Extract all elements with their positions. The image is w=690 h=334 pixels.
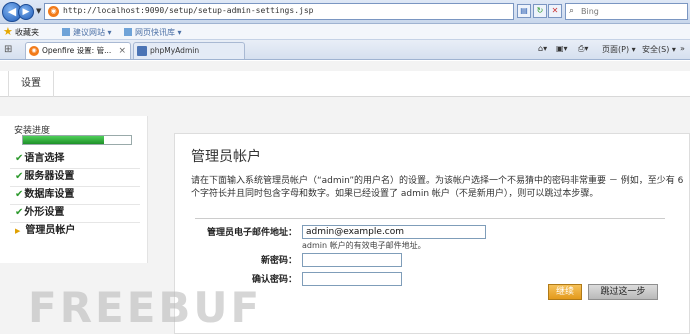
history-dropdown-icon[interactable]: ▼ <box>36 7 41 15</box>
refresh-icon[interactable]: ↻ <box>533 4 547 18</box>
confirm-password-field[interactable] <box>302 272 402 286</box>
progress-fill <box>23 136 104 144</box>
search-icon: ⌕ <box>569 6 575 16</box>
print-icon[interactable]: ⎙▾ <box>578 44 588 54</box>
check-icon: ✔ <box>15 207 24 218</box>
webslice-icon <box>124 28 132 36</box>
top-nav: 设置 <box>0 71 690 97</box>
current-step-arrow-icon: ▶ <box>15 227 21 235</box>
page-title: 管理员帐户 <box>191 149 261 165</box>
favorites-star-icon[interactable]: ★ <box>3 25 13 38</box>
check-icon: ✔ <box>15 171 24 182</box>
page-description: 请在下面输入系统管理员帐户（“admin”的用户名）的设置。为该帐户选择一个不易… <box>191 176 684 199</box>
search-placeholder: Bing <box>581 7 599 16</box>
email-hint: admin 帐户的有效电子邮件地址。 <box>302 241 426 250</box>
tab-openfire-label: Openfire 设置: 管... <box>42 46 112 55</box>
url-text: http://localhost:9090/setup/setup-admin-… <box>63 6 314 15</box>
openfire-tab-icon: ◉ <box>29 46 39 56</box>
tab-phpmyadmin[interactable]: phpMyAdmin <box>133 42 245 59</box>
step-database[interactable]: ✔数据库设置 <box>15 186 74 204</box>
tab-phpmyadmin-label: phpMyAdmin <box>150 46 200 55</box>
step-appearance[interactable]: ✔外形设置 <box>15 204 64 222</box>
more-icon[interactable]: » <box>680 44 685 53</box>
quick-tabs-icon[interactable]: ⊞ <box>4 44 12 55</box>
close-tab-icon[interactable]: × <box>118 43 126 59</box>
password-field[interactable] <box>302 253 402 267</box>
tab-openfire[interactable]: ◉ Openfire 设置: 管... × <box>25 42 131 59</box>
step-language[interactable]: ✔语言选择 <box>15 150 64 168</box>
favorites-item-webslice[interactable]: 网页快讯库 ▾ <box>124 27 182 38</box>
forward-button[interactable]: ▶ <box>18 4 34 20</box>
feeds-icon[interactable]: ▣▾ <box>556 44 568 53</box>
search-input[interactable]: ⌕ Bing <box>565 3 688 20</box>
home-icon[interactable]: ⌂▾ <box>538 44 547 53</box>
nav-setup[interactable]: 设置 <box>8 71 54 97</box>
safety-menu[interactable]: 安全(S) ▾ <box>642 44 676 55</box>
password-label: 新密码： <box>260 256 297 266</box>
suggested-sites-icon <box>62 28 70 36</box>
progress-bar <box>22 135 132 145</box>
favorites-label[interactable]: 收藏夹 <box>15 27 39 38</box>
step-admin-account: ▶ 管理员帐户 <box>15 225 76 236</box>
step-server[interactable]: ✔服务器设置 <box>15 168 74 186</box>
setup-sidebar: 安装进度 ✔语言选择 ✔服务器设置 ✔数据库设置 ✔外形设置 ▶ 管理员帐户 <box>0 116 148 263</box>
openfire-favicon-icon: ◉ <box>48 6 59 17</box>
compat-view-icon[interactable]: ▤ <box>517 4 531 18</box>
stop-icon[interactable]: ✕ <box>548 4 562 18</box>
url-input[interactable]: ◉ http://localhost:9090/setup/setup-admi… <box>44 3 514 20</box>
address-bar: ◀ ▶ ▼ ◉ http://localhost:9090/setup/setu… <box>0 0 690 24</box>
favorites-bar: ★ 收藏夹 建议网站 ▾ 网页快讯库 ▾ <box>0 24 690 40</box>
check-icon: ✔ <box>15 153 24 164</box>
email-field[interactable]: admin@example.com <box>302 225 486 239</box>
freebuf-watermark: FREEBUF <box>28 283 263 332</box>
favorites-item-suggested[interactable]: 建议网站 ▾ <box>62 27 112 38</box>
phpmyadmin-tab-icon <box>137 46 147 56</box>
skip-button[interactable]: 跳过这一步 <box>588 284 658 300</box>
continue-button[interactable]: 继续 <box>548 284 582 300</box>
page-menu[interactable]: 页面(P) ▾ <box>602 44 636 55</box>
tab-bar: ⊞ ◉ Openfire 设置: 管... × phpMyAdmin ⌂▾ ▣▾… <box>0 40 690 60</box>
email-label: 管理员电子邮件地址： <box>206 228 297 238</box>
check-icon: ✔ <box>15 189 24 200</box>
